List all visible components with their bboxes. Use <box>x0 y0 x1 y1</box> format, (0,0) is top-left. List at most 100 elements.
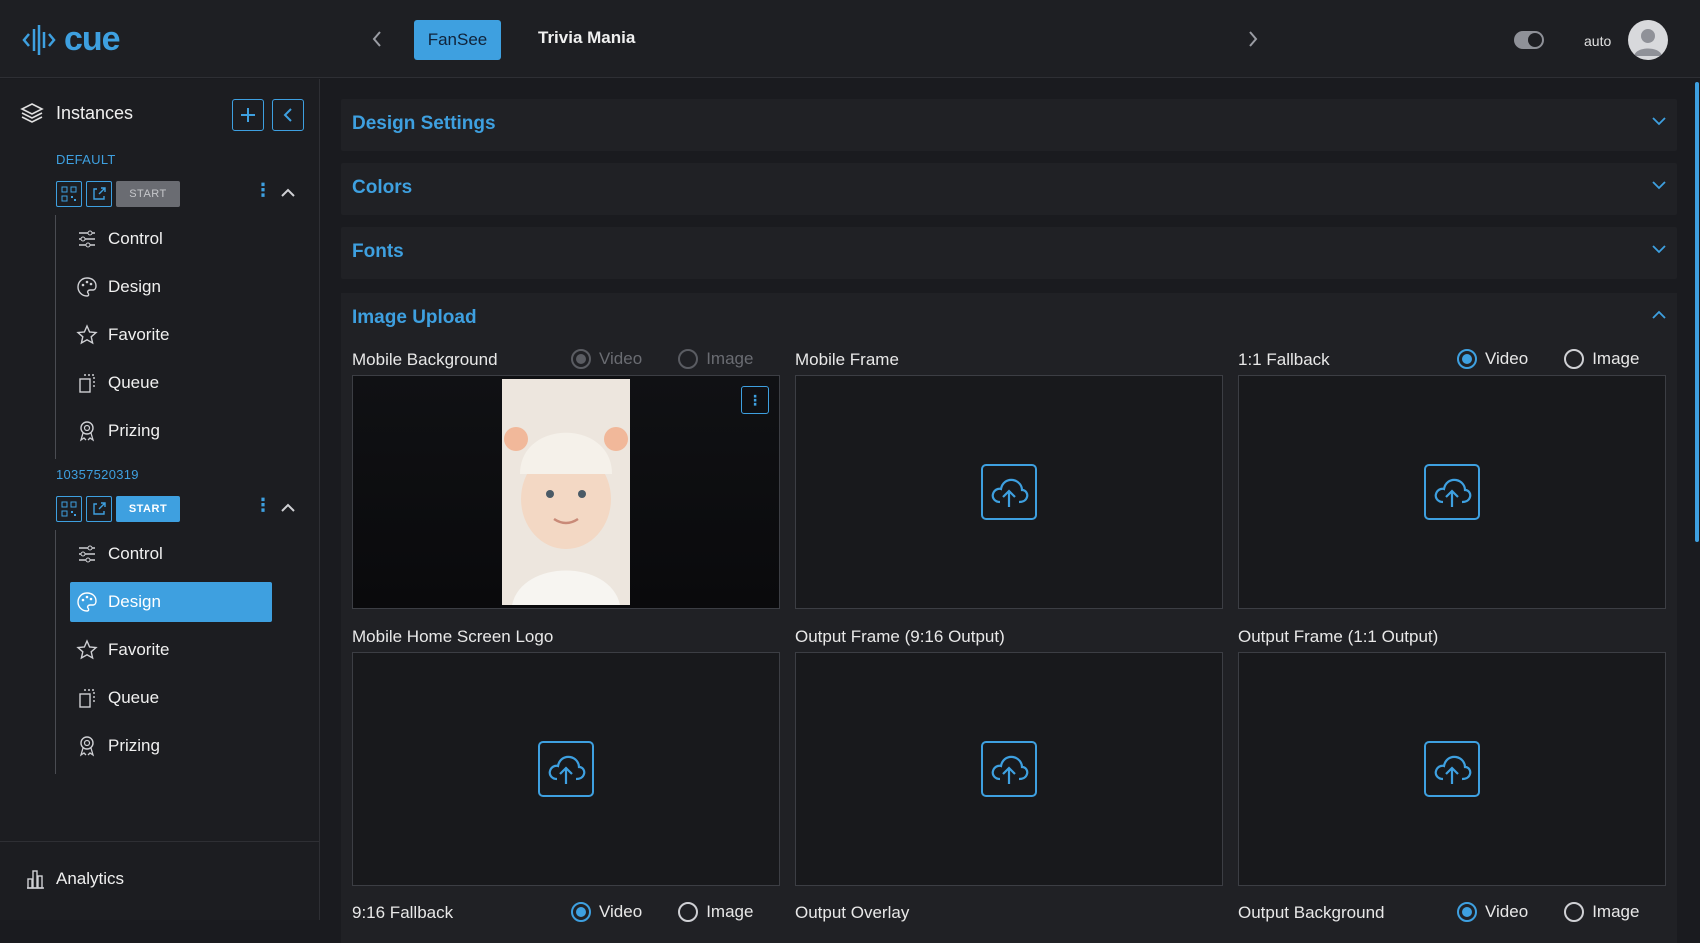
add-instance-button[interactable] <box>232 99 264 131</box>
image-radio[interactable] <box>678 902 699 922</box>
sidebar-item-prizing[interactable]: Prizing <box>70 411 272 451</box>
external-link-icon <box>93 187 106 200</box>
upload-dropzone-mobile-background[interactable]: ⋮ <box>352 375 780 609</box>
video-radio[interactable] <box>571 349 591 369</box>
background-preview-image <box>502 379 630 605</box>
accordion-fonts[interactable]: Fonts <box>341 227 1677 279</box>
main-content: Design Settings Colors Fonts Image Uploa… <box>321 79 1700 943</box>
cloud-upload-icon <box>1434 755 1472 784</box>
video-radio[interactable] <box>1457 902 1477 922</box>
logo[interactable]: cue <box>22 20 121 59</box>
theme-mode-label: auto <box>1584 33 1612 49</box>
sidebar-item-favorite[interactable]: Favorite <box>70 315 272 355</box>
sidebar-item-design[interactable]: Design <box>70 267 272 307</box>
qr-code-icon <box>61 186 77 202</box>
start-button[interactable]: START <box>116 496 180 522</box>
image-radio[interactable] <box>1564 902 1585 922</box>
sidebar-item-prizing[interactable]: Prizing <box>70 726 272 766</box>
open-external-button[interactable] <box>86 496 112 522</box>
collapse-sidebar-button[interactable] <box>272 99 304 131</box>
instance-toolbar: START <box>56 181 180 207</box>
start-button[interactable]: START <box>116 181 180 207</box>
instance-name: DEFAULT <box>56 152 116 167</box>
accordion-title: Fonts <box>352 241 404 262</box>
more-options-button[interactable]: ⋮ <box>741 386 769 414</box>
sidebar-item-design[interactable]: Design <box>70 582 272 622</box>
waveform-icon <box>22 24 56 55</box>
upload-dropzone-mobile-home-screen-logo[interactable] <box>352 652 780 886</box>
sidebar-item-control[interactable]: Control <box>70 534 272 574</box>
upload-button[interactable] <box>538 741 594 797</box>
sidebar-header: Instances <box>20 101 133 125</box>
sidebar-item-queue[interactable]: Queue <box>70 678 272 718</box>
media-type-radio-group: Video Image <box>1457 349 1639 369</box>
video-radio-label: Video <box>599 349 643 368</box>
qr-code-button[interactable] <box>56 496 82 522</box>
open-external-button[interactable] <box>86 181 112 207</box>
upload-label: Output Overlay <box>795 903 910 922</box>
chevron-down-icon <box>1652 117 1666 126</box>
upload-dropzone-output-frame-9-16[interactable] <box>795 652 1223 886</box>
upload-button[interactable] <box>1424 464 1480 520</box>
next-tab-icon[interactable] <box>1240 26 1266 52</box>
sidebar-item-control[interactable]: Control <box>70 219 272 259</box>
chevron-up-icon[interactable] <box>1651 310 1667 320</box>
sidebar-item-label: Favorite <box>108 325 170 344</box>
media-type-radio-group: Video Image <box>571 902 753 922</box>
main-scrollbar[interactable] <box>1695 82 1699 542</box>
instance-menu-icon[interactable]: ⋮ <box>254 495 272 516</box>
accordion-design-settings[interactable]: Design Settings <box>341 99 1677 151</box>
upload-label: 1:1 Fallback <box>1238 350 1330 369</box>
queue-icon <box>79 689 95 708</box>
image-radio[interactable] <box>678 349 699 369</box>
upload-label: Output Frame (9:16 Output) <box>795 627 1005 646</box>
upload-button[interactable] <box>1424 741 1480 797</box>
media-type-radio-group: Video Image <box>571 349 753 369</box>
collapse-instance-icon[interactable] <box>280 500 296 518</box>
accordion-colors[interactable]: Colors <box>341 163 1677 215</box>
analytics-label: Analytics <box>56 869 125 888</box>
upload-dropzone-1-1-fallback[interactable] <box>1238 375 1666 609</box>
image-radio-label: Image <box>706 349 754 368</box>
sidebar-item-label: Favorite <box>108 640 170 659</box>
cloud-upload-icon <box>1434 478 1472 507</box>
video-radio[interactable] <box>571 902 591 922</box>
upload-label: 9:16 Fallback <box>352 903 454 922</box>
qr-code-button[interactable] <box>56 181 82 207</box>
sliders-icon <box>79 545 95 563</box>
video-radio[interactable] <box>1457 349 1477 369</box>
sidebar-item-label: Design <box>108 277 161 296</box>
collapse-instance-icon[interactable] <box>280 185 296 203</box>
sidebar-title: Instances <box>56 102 134 123</box>
sidebar-footer: Analytics <box>0 841 320 920</box>
sidebar-item-label: Design <box>108 592 161 611</box>
image-radio[interactable] <box>1564 349 1585 369</box>
instance-menu-icon[interactable]: ⋮ <box>254 180 272 201</box>
image-radio-label: Image <box>1592 902 1640 921</box>
accordion-title[interactable]: Image Upload <box>352 307 477 329</box>
upload-button[interactable] <box>981 464 1037 520</box>
video-radio-label: Video <box>1485 902 1529 921</box>
sidebar-item-favorite[interactable]: Favorite <box>70 630 272 670</box>
sidebar-item-label: Queue <box>108 688 160 707</box>
sidebar-item-label: Control <box>108 229 163 248</box>
upload-button[interactable] <box>981 741 1037 797</box>
instance-menu: Control Design Favorite Queue Prizing <box>55 215 305 459</box>
sidebar-item-queue[interactable]: Queue <box>70 363 272 403</box>
upload-dropzone-mobile-frame[interactable] <box>795 375 1223 609</box>
theme-toggle[interactable] <box>1514 31 1544 49</box>
upload-label: Output Frame (1:1 Output) <box>1238 627 1439 646</box>
instance-toolbar: START <box>56 496 180 522</box>
tab-fansee[interactable]: FanSee <box>414 20 501 60</box>
image-radio-label: Image <box>1592 349 1640 368</box>
upload-dropzone-output-frame-1-1[interactable] <box>1238 652 1666 886</box>
sidebar-item-analytics[interactable]: Analytics <box>24 868 124 890</box>
prev-tab-icon[interactable] <box>364 26 390 52</box>
accordion-title: Design Settings <box>352 113 496 134</box>
chevron-down-icon <box>1652 181 1666 190</box>
cloud-upload-icon <box>548 755 586 784</box>
avatar[interactable] <box>1628 20 1668 60</box>
tab-trivia-mania[interactable]: Trivia Mania <box>538 28 635 48</box>
accordion-title: Colors <box>352 177 413 198</box>
sidebar-item-label: Control <box>108 544 163 563</box>
